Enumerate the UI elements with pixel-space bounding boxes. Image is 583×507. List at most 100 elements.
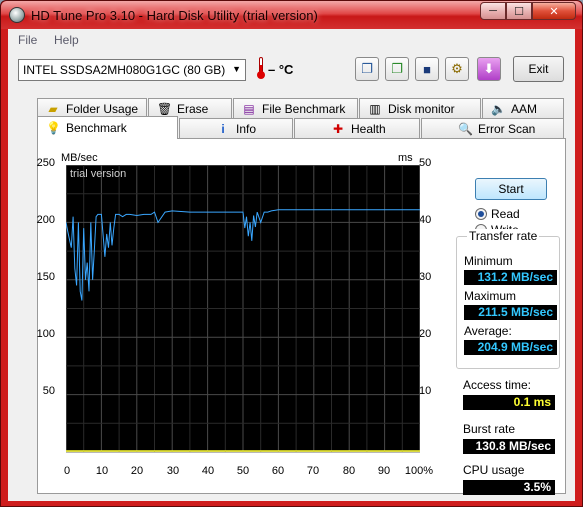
app-window: HD Tune Pro 3.10 - Hard Disk Utility (tr… (0, 0, 583, 507)
tab-label: Folder Usage (66, 101, 139, 116)
y-tick-left: 200 (36, 214, 55, 226)
close-button[interactable]: ✕ (532, 2, 576, 20)
thermometer-icon (257, 57, 265, 79)
speaker-icon: 🔈 (491, 101, 506, 116)
trial-watermark: trial version (70, 168, 127, 180)
tab-label: AAM (511, 101, 538, 116)
app-disk-icon (9, 7, 25, 23)
drive-select-value: INTEL SSDSA2MH080G1GC (80 GB) (23, 63, 226, 77)
temperature-readout: – °C (268, 62, 294, 77)
y-tick-right: 20 (419, 328, 432, 340)
x-tick: 20 (130, 465, 144, 477)
disk-monitor-icon: ▥ (369, 101, 381, 116)
tab-disk-monitor[interactable]: ▥ Disk monitor (359, 98, 481, 118)
chart-area: MB/sec ms 250 200 150 100 50 50 40 30 20… (37, 139, 438, 495)
y-axis-left-unit: MB/sec (61, 152, 98, 164)
maximize-button[interactable]: ☐ (506, 2, 532, 20)
cpu-usage-label: CPU usage (463, 463, 525, 477)
exit-button[interactable]: Exit (513, 56, 564, 82)
folder-icon: ▰ (48, 101, 58, 116)
copy-icon: ❐ (361, 61, 373, 76)
dropdown-arrow-icon: ▼ (232, 64, 241, 74)
burst-rate-label: Burst rate (463, 422, 516, 436)
minimum-label: Minimum (464, 254, 513, 268)
tab-error-scan[interactable]: 🔍 Error Scan (421, 118, 564, 138)
y-tick-right: 10 (419, 385, 432, 397)
access-time-label: Access time: (463, 378, 532, 392)
maximum-label: Maximum (464, 289, 517, 303)
radio-checked-icon (475, 208, 487, 220)
burst-rate-value: 130.8 MB/sec (463, 439, 555, 454)
client-area: File Help INTEL SSDSA2MH080G1GC (80 GB) … (8, 29, 575, 501)
tab-benchmark[interactable]: 💡 Benchmark (37, 116, 178, 139)
drive-select[interactable]: INTEL SSDSA2MH080G1GC (80 GB) ▼ (18, 59, 246, 81)
trash-icon: 🗑 (157, 101, 173, 116)
tab-info[interactable]: i Info (179, 118, 293, 138)
minimize-button[interactable]: ─ (480, 2, 506, 20)
tab-label: File Benchmark (262, 101, 346, 116)
x-tick: 80 (342, 465, 356, 477)
y-tick-right: 30 (419, 271, 432, 283)
download-button[interactable]: ⬇ (477, 57, 501, 81)
tab-file-benchmark[interactable]: ▤ File Benchmark (233, 98, 358, 118)
menu-help[interactable]: Help (54, 33, 79, 47)
tab-label: Health (351, 121, 386, 136)
x-tick: 100% (404, 465, 434, 477)
toolbar: INTEL SSDSA2MH080G1GC (80 GB) ▼ – °C ❐ ❐… (8, 51, 575, 91)
read-radio[interactable]: Read (475, 207, 520, 221)
copy-info-icon: ❐ (391, 61, 403, 76)
minimum-value: 131.2 MB/sec (464, 270, 557, 285)
controls-panel: Start Read Write Transfer rate Minimum 1… (454, 139, 564, 495)
tab-aam[interactable]: 🔈 AAM (482, 98, 564, 118)
average-label: Average: (464, 324, 512, 338)
tab-erase[interactable]: 🗑 Erase (148, 98, 232, 118)
x-tick: 40 (201, 465, 215, 477)
y-tick-right: 40 (419, 214, 432, 226)
tab-health[interactable]: ✚ Health (294, 118, 420, 138)
tab-label: Erase (177, 101, 209, 116)
benchmark-icon: 💡 (46, 121, 61, 135)
x-tick: 10 (95, 465, 109, 477)
start-button[interactable]: Start (475, 178, 547, 200)
x-tick: 30 (166, 465, 180, 477)
copy-button[interactable]: ❐ (355, 57, 379, 81)
file-benchmark-icon: ▤ (243, 101, 255, 116)
x-tick: 60 (271, 465, 285, 477)
tab-label: Error Scan (478, 121, 536, 136)
minimize-icon: ─ (489, 5, 497, 17)
close-icon: ✕ (549, 5, 559, 18)
caption-buttons: ─ ☐ ✕ (480, 2, 576, 20)
transfer-rate-plot (66, 165, 420, 453)
save-button[interactable]: ■ (415, 57, 439, 81)
average-value: 204.9 MB/sec (464, 340, 557, 355)
maximize-icon: ☐ (514, 5, 524, 18)
save-icon: ■ (423, 61, 431, 77)
x-tick: 70 (306, 465, 320, 477)
options-icon: ⚙ (451, 61, 463, 76)
transfer-rate-title: Transfer rate (467, 229, 540, 243)
menu-bar: File Help (8, 29, 575, 51)
info-icon: i (221, 121, 225, 136)
title-bar[interactable]: HD Tune Pro 3.10 - Hard Disk Utility (tr… (1, 1, 582, 29)
maximum-value: 211.5 MB/sec (464, 305, 557, 320)
window-title: HD Tune Pro 3.10 - Hard Disk Utility (tr… (31, 8, 318, 23)
menu-file[interactable]: File (18, 33, 37, 47)
y-tick-left: 100 (36, 328, 55, 340)
transfer-rate-group: Transfer rate Minimum 131.2 MB/sec Maxim… (456, 229, 560, 369)
tab-label: Benchmark (66, 121, 127, 135)
x-tick: 90 (377, 465, 391, 477)
cpu-usage-value: 3.5% (463, 480, 555, 495)
access-time-value: 0.1 ms (463, 395, 555, 410)
copy-info-button[interactable]: ❐ (385, 57, 409, 81)
read-label: Read (491, 207, 520, 221)
options-button[interactable]: ⚙ (445, 57, 469, 81)
y-tick-left: 150 (36, 271, 55, 283)
tab-label: Disk monitor (388, 101, 455, 116)
x-tick: 0 (63, 465, 71, 477)
download-icon: ⬇ (483, 61, 495, 76)
magnifier-icon: 🔍 (458, 121, 473, 136)
benchmark-panel: MB/sec ms 250 200 150 100 50 50 40 30 20… (37, 138, 566, 495)
tab-label: Info (236, 121, 257, 136)
tab-folder-usage[interactable]: ▰ Folder Usage (37, 98, 147, 118)
y-tick-left: 250 (36, 157, 55, 169)
